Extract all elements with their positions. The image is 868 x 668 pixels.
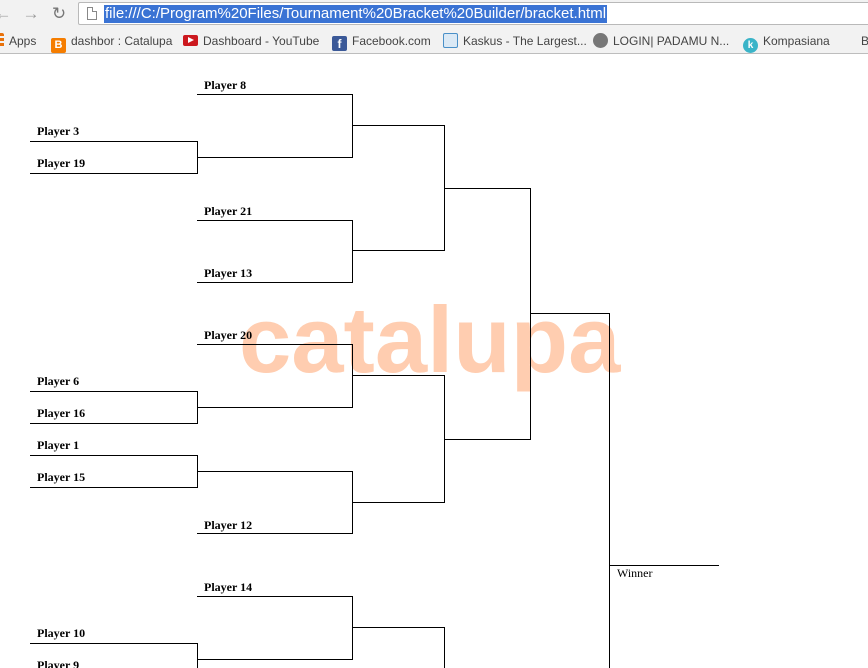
r2-line: [197, 533, 353, 534]
bookmark-facebook[interactable]: f Facebook.com: [332, 32, 431, 51]
player-slot: Player 21: [204, 204, 253, 218]
garuda-icon: [593, 33, 608, 48]
winner-label: Winner: [617, 566, 653, 580]
r1-line: [30, 173, 198, 174]
reload-icon[interactable]: ↻: [48, 3, 70, 25]
browser-toolbar: ← → ↻ file:///C:/Program%20Files/Tournam…: [0, 0, 868, 28]
url-text[interactable]: file:///C:/Program%20Files/Tournament%20…: [104, 5, 608, 23]
r1-line: [30, 391, 197, 392]
r1-line: [30, 487, 198, 488]
apps-grid-icon: [0, 33, 4, 48]
r3-line: [352, 502, 445, 503]
address-bar[interactable]: file:///C:/Program%20Files/Tournament%20…: [78, 2, 868, 25]
r3-line: [352, 627, 444, 628]
r2-connector: [352, 94, 353, 158]
r2-line: [197, 94, 352, 95]
back-arrow-icon[interactable]: ←: [0, 3, 14, 25]
forward-arrow-icon[interactable]: →: [20, 3, 42, 25]
r2-line: [197, 344, 352, 345]
bracket-page: catalupa Player 3 Player 19 Player 6 Pla…: [0, 55, 868, 668]
r2-line: [197, 659, 353, 660]
facebook-icon: f: [332, 36, 347, 51]
r2-line: [197, 471, 352, 472]
player-slot: Player 16: [37, 406, 86, 420]
r2-connector: [352, 344, 353, 408]
r3-line: [352, 125, 444, 126]
player-slot: Player 1: [37, 438, 80, 452]
player-slot: Player 8: [204, 78, 247, 92]
bookmarks-bar: Apps Bdashbor : Catalupa Dashboard - You…: [0, 28, 868, 54]
r1-line: [30, 643, 197, 644]
r4-connector: [530, 188, 531, 440]
player-slot: Player 19: [37, 156, 86, 170]
r2-line: [197, 596, 352, 597]
kompasiana-icon: k: [743, 38, 758, 53]
player-slot: Player 3: [37, 124, 80, 138]
r1-line: [30, 455, 197, 456]
r1-connector: [197, 643, 198, 668]
r1-line: [30, 423, 198, 424]
bookmark-kompasiana[interactable]: k Kompasiana: [743, 32, 830, 53]
youtube-icon: [183, 35, 198, 46]
bookmark-overflow[interactable]: B: [861, 32, 868, 50]
player-slot: Player 20: [204, 328, 253, 342]
r2-line: [197, 282, 353, 283]
player-slot: Player 9: [37, 658, 80, 668]
r2-line: [197, 407, 353, 408]
r2-connector: [352, 596, 353, 660]
r5-connector: [609, 313, 610, 668]
r4-line: [444, 439, 531, 440]
r2-line: [197, 220, 352, 221]
bookmark-catalupa[interactable]: Bdashbor : Catalupa: [51, 32, 172, 53]
player-slot: Player 14: [204, 580, 253, 594]
r3-connector: [444, 627, 445, 668]
bookmark-padamu[interactable]: LOGIN| PADAMU N...: [593, 32, 729, 50]
bookmark-apps[interactable]: Apps: [0, 32, 36, 50]
blogger-icon: B: [51, 38, 66, 53]
player-slot: Player 15: [37, 470, 86, 484]
r4-line: [444, 188, 530, 189]
r2-connector: [352, 220, 353, 283]
r1-line: [30, 141, 197, 142]
player-slot: Player 6: [37, 374, 80, 388]
kaskus-icon: [443, 33, 458, 48]
r3-line: [352, 250, 445, 251]
bookmark-youtube[interactable]: Dashboard - YouTube: [183, 32, 319, 50]
player-slot: Player 13: [204, 266, 253, 280]
r3-line: [352, 375, 444, 376]
r2-line: [197, 157, 353, 158]
bookmark-kaskus[interactable]: Kaskus - The Largest...: [443, 32, 587, 50]
player-slot: Player 12: [204, 518, 253, 532]
r5-line: [530, 313, 609, 314]
page-document-icon: [87, 7, 97, 20]
player-slot: Player 10: [37, 626, 86, 640]
